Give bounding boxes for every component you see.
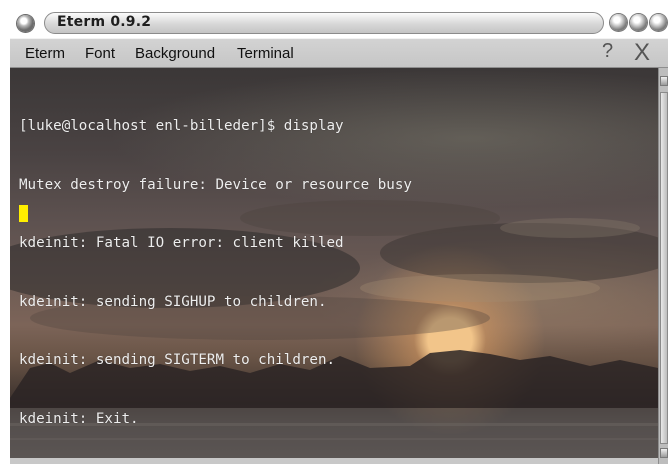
- terminal-area[interactable]: [luke@localhost enl-billeder]$ display M…: [10, 68, 658, 458]
- window-bottom-edge: [10, 458, 658, 464]
- terminal-output: [luke@localhost enl-billeder]$ display M…: [19, 78, 412, 458]
- terminal-line: kdeinit: Exit.: [19, 410, 139, 427]
- vertical-scrollbar[interactable]: [658, 68, 668, 464]
- menu-font[interactable]: Font: [85, 45, 115, 62]
- menu-eterm[interactable]: Eterm: [25, 45, 65, 62]
- scroll-up-arrow-icon[interactable]: [660, 76, 668, 86]
- terminal-line: kdeinit: sending SIGHUP to children.: [19, 293, 327, 310]
- window-title: Eterm 0.9.2: [57, 14, 152, 30]
- help-button[interactable]: ?: [602, 40, 613, 63]
- terminal-line: Mutex destroy failure: Device or resourc…: [19, 176, 412, 193]
- menu-bar: Eterm Font Background Terminal ? X: [10, 38, 668, 68]
- close-terminal-button[interactable]: X: [634, 39, 650, 67]
- menu-background[interactable]: Background: [135, 45, 215, 62]
- scroll-thumb[interactable]: [660, 92, 668, 444]
- terminal-line: [luke@localhost enl-billeder]$ display: [19, 118, 344, 134]
- minimize-icon[interactable]: [610, 14, 627, 31]
- maximize-icon[interactable]: [630, 14, 647, 31]
- menu-terminal[interactable]: Terminal: [237, 45, 294, 62]
- window-menu-icon[interactable]: [17, 15, 34, 32]
- scroll-down-arrow-icon[interactable]: [660, 448, 668, 458]
- terminal-line: kdeinit: Fatal IO error: client killed: [19, 235, 344, 251]
- title-bar: Eterm 0.9.2: [0, 0, 668, 38]
- window-title-pill[interactable]: Eterm 0.9.2: [44, 12, 604, 34]
- terminal-line: kdeinit: sending SIGTERM to children.: [19, 352, 336, 368]
- close-window-icon[interactable]: [650, 14, 667, 31]
- text-cursor: [19, 205, 28, 222]
